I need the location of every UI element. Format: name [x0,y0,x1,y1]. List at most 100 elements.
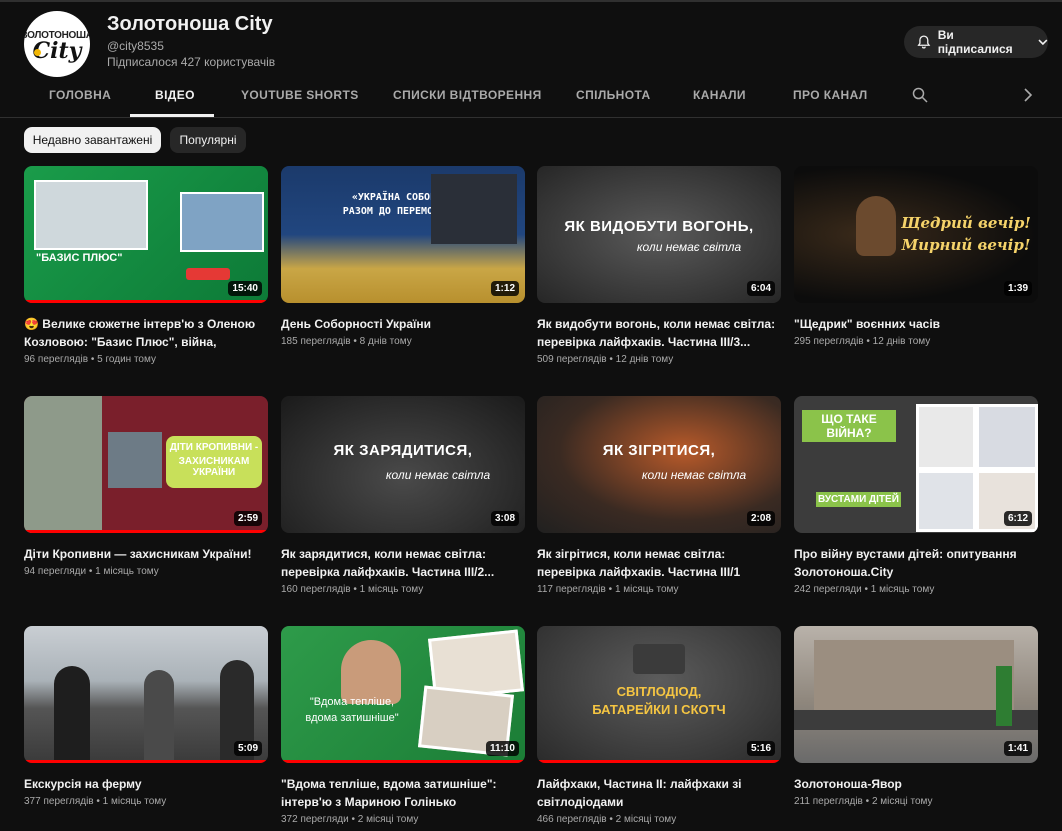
search-icon[interactable] [912,87,928,103]
upload-age: 2 місяці тому [357,814,419,825]
video-meta: 117 переглядів • 1 місяць тому [537,584,679,595]
video-thumbnail[interactable]: 1:41 [794,626,1038,763]
video-card[interactable]: ЯК ЗАРЯДИТИСЯ, коли немає світла 3:08 Як… [281,396,525,595]
view-count: 372 перегляди [281,814,349,825]
video-thumbnail[interactable]: ЯК ЗАРЯДИТИСЯ, коли немає світла 3:08 [281,396,525,533]
tab-channels[interactable]: КАНАЛИ [693,88,746,102]
video-card[interactable]: "БАЗИС ПЛЮС" 15:40 😍 Велике сюжетне інте… [24,166,268,365]
subscriber-count: Підписалося 427 користувачів [107,55,276,69]
tab-about[interactable]: ПРО КАНАЛ [793,88,868,102]
video-thumbnail[interactable]: «УКРАЇНА СОБОРНА. РАЗОМ ДО ПЕРЕМОГИ!». 1… [281,166,525,303]
video-card[interactable]: Щедрий вечір! Мирний вечір! 1:39 "Щедрик… [794,166,1038,347]
thumb-overlay-text: коли немає світла [641,468,747,482]
view-count: 94 перегляди [24,566,87,577]
thumb-overlay-text: вдома затишніше" [305,712,399,724]
video-meta: 509 переглядів • 12 днів тому [537,354,674,365]
video-thumbnail[interactable]: ЯК ЗІГРІТИСЯ, коли немає світла 2:08 [537,396,781,533]
video-card[interactable]: ЩО ТАКЕ ВІЙНА? ВУСТАМИ ДІТЕЙ 6:12 Про ві… [794,396,1038,595]
view-count: 295 переглядів [794,336,864,347]
thumb-photo [24,396,102,533]
video-thumbnail[interactable]: "БАЗИС ПЛЮС" 15:40 [24,166,268,303]
video-card[interactable]: «УКРАЇНА СОБОРНА. РАЗОМ ДО ПЕРЕМОГИ!». 1… [281,166,525,347]
upload-age: 12 днів тому [872,336,931,347]
video-card[interactable]: 5:09 Екскурсія на ферму 377 переглядів •… [24,626,268,807]
chevron-down-icon [1038,39,1048,46]
thumb-building [814,640,1014,710]
video-thumbnail[interactable]: ЩО ТАКЕ ВІЙНА? ВУСТАМИ ДІТЕЙ 6:12 [794,396,1038,533]
video-title[interactable]: 😍 Велике сюжетне інтерв'ю з Оленою Козло… [24,315,268,351]
video-duration: 5:16 [746,741,775,756]
video-thumbnail[interactable]: ДІТИ КРОПИВНИ - ЗАХИСНИКАМ УКРАЇНИ 2:59 [24,396,268,533]
view-count: 377 переглядів [24,796,94,807]
thumb-photo [976,404,1038,470]
video-thumbnail[interactable]: СВІТЛОДІОД, БАТАРЕЙКИ І СКОТЧ 5:16 [537,626,781,763]
tab-shorts[interactable]: YOUTUBE SHORTS [241,88,359,102]
video-title[interactable]: День Соборності України [281,315,525,333]
video-duration: 5:09 [233,741,262,756]
video-title[interactable]: Як зарядитися, коли немає світла: переві… [281,545,525,581]
video-title[interactable]: Як видобути вогонь, коли немає світла: п… [537,315,781,351]
thumb-overlay-text: Щедрий вечір! [901,214,1031,232]
watch-progress-bar [281,760,525,763]
video-title[interactable]: "Вдома тепліше, вдома затишніше": інтерв… [281,775,525,811]
video-duration: 11:10 [485,741,519,756]
tab-home[interactable]: ГОЛОВНА [49,88,111,102]
view-count: 96 переглядів [24,354,89,365]
video-card[interactable]: ЯК ВИДОБУТИ ВОГОНЬ, коли немає світла 6:… [537,166,781,365]
chevron-right-icon[interactable] [1022,88,1034,102]
thumb-overlay-text: БАТАРЕЙКИ І СКОТЧ [592,702,726,717]
video-meta: 377 переглядів • 1 місяць тому [24,796,167,807]
thumb-figure [54,666,90,763]
video-title[interactable]: Лайфхаки, Частина ІІ: лайфхаки зі світло… [537,775,781,811]
video-title[interactable]: "Щедрик" воєнних часів [794,315,1038,333]
video-title[interactable]: Екскурсія на ферму [24,775,268,793]
video-duration: 1:39 [1003,281,1032,296]
video-duration: 1:12 [490,281,519,296]
video-card[interactable]: ДІТИ КРОПИВНИ - ЗАХИСНИКАМ УКРАЇНИ 2:59 … [24,396,268,577]
video-thumbnail[interactable]: 5:09 [24,626,268,763]
thumb-overlay-text: ЗАХИСНИКАМ УКРАЇНИ [178,456,250,478]
video-card[interactable]: СВІТЛОДІОД, БАТАРЕЙКИ І СКОТЧ 5:16 Лайфх… [537,626,781,825]
channel-avatar[interactable]: ЗОЛОТОНОША City [24,11,90,77]
thumb-overlay-text: ЯК ЗІГРІТИСЯ, [602,442,716,459]
bell-icon [917,35,931,49]
video-card[interactable]: 1:41 Золотоноша-Явор 211 переглядів • 2 … [794,626,1038,807]
chip-popular[interactable]: Популярні [170,127,246,153]
chip-recent[interactable]: Недавно завантажені [24,127,161,153]
view-count: 509 переглядів [537,354,607,365]
video-card[interactable]: ЯК ЗІГРІТИСЯ, коли немає світла 2:08 Як … [537,396,781,595]
video-thumbnail[interactable]: ЯК ВИДОБУТИ ВОГОНЬ, коли немає світла 6:… [537,166,781,303]
view-count: 211 переглядів [794,796,863,807]
thumb-overlay-text: коли немає світла [385,468,491,482]
subscribed-button[interactable]: Ви підписалися [904,26,1048,58]
watch-progress-bar [24,300,268,303]
video-meta: 185 переглядів • 8 днів тому [281,336,412,347]
active-tab-indicator [130,114,214,117]
view-count: 185 переглядів [281,336,351,347]
video-thumbnail[interactable]: "Вдома тепліше, вдома затишніше" 11:10 [281,626,525,763]
video-title[interactable]: Про війну вустами дітей: опитування Золо… [794,545,1038,581]
video-meta: 160 переглядів • 1 місяць тому [281,584,424,595]
tab-playlists[interactable]: СПИСКИ ВІДТВОРЕННЯ [393,88,542,102]
tab-videos[interactable]: ВІДЕО [155,88,195,102]
thumb-subscribe-shape [186,268,230,280]
thumb-overlay-text: ДІТИ КРОПИВНИ - [169,442,259,453]
video-thumbnail[interactable]: Щедрий вечір! Мирний вечір! 1:39 [794,166,1038,303]
video-meta: 211 переглядів • 2 місяці тому [794,796,933,807]
video-duration: 6:12 [1003,511,1032,526]
view-count: 160 переглядів [281,584,351,595]
upload-age: 8 днів тому [359,336,412,347]
thumb-overlay-text: коли немає світла [636,240,742,254]
channel-handle: @city8535 [107,39,164,53]
thumb-overlay-text: ВУСТАМИ ДІТЕЙ [816,492,901,507]
video-title[interactable]: Золотоноша-Явор [794,775,1038,793]
video-card[interactable]: "Вдома тепліше, вдома затишніше" 11:10 "… [281,626,525,825]
video-title[interactable]: Діти Кропивни — захисникам України! [24,545,268,563]
watch-progress-bar [24,760,268,763]
upload-age: 1 місяць тому [870,584,935,595]
video-title[interactable]: Як зігрітися, коли немає світла: перевір… [537,545,781,581]
upload-age: 1 місяць тому [359,584,424,595]
tab-community[interactable]: СПІЛЬНОТА [576,88,651,102]
thumb-overlay-text: Мирний вечір! [901,236,1031,254]
watch-progress-bar [24,530,268,533]
